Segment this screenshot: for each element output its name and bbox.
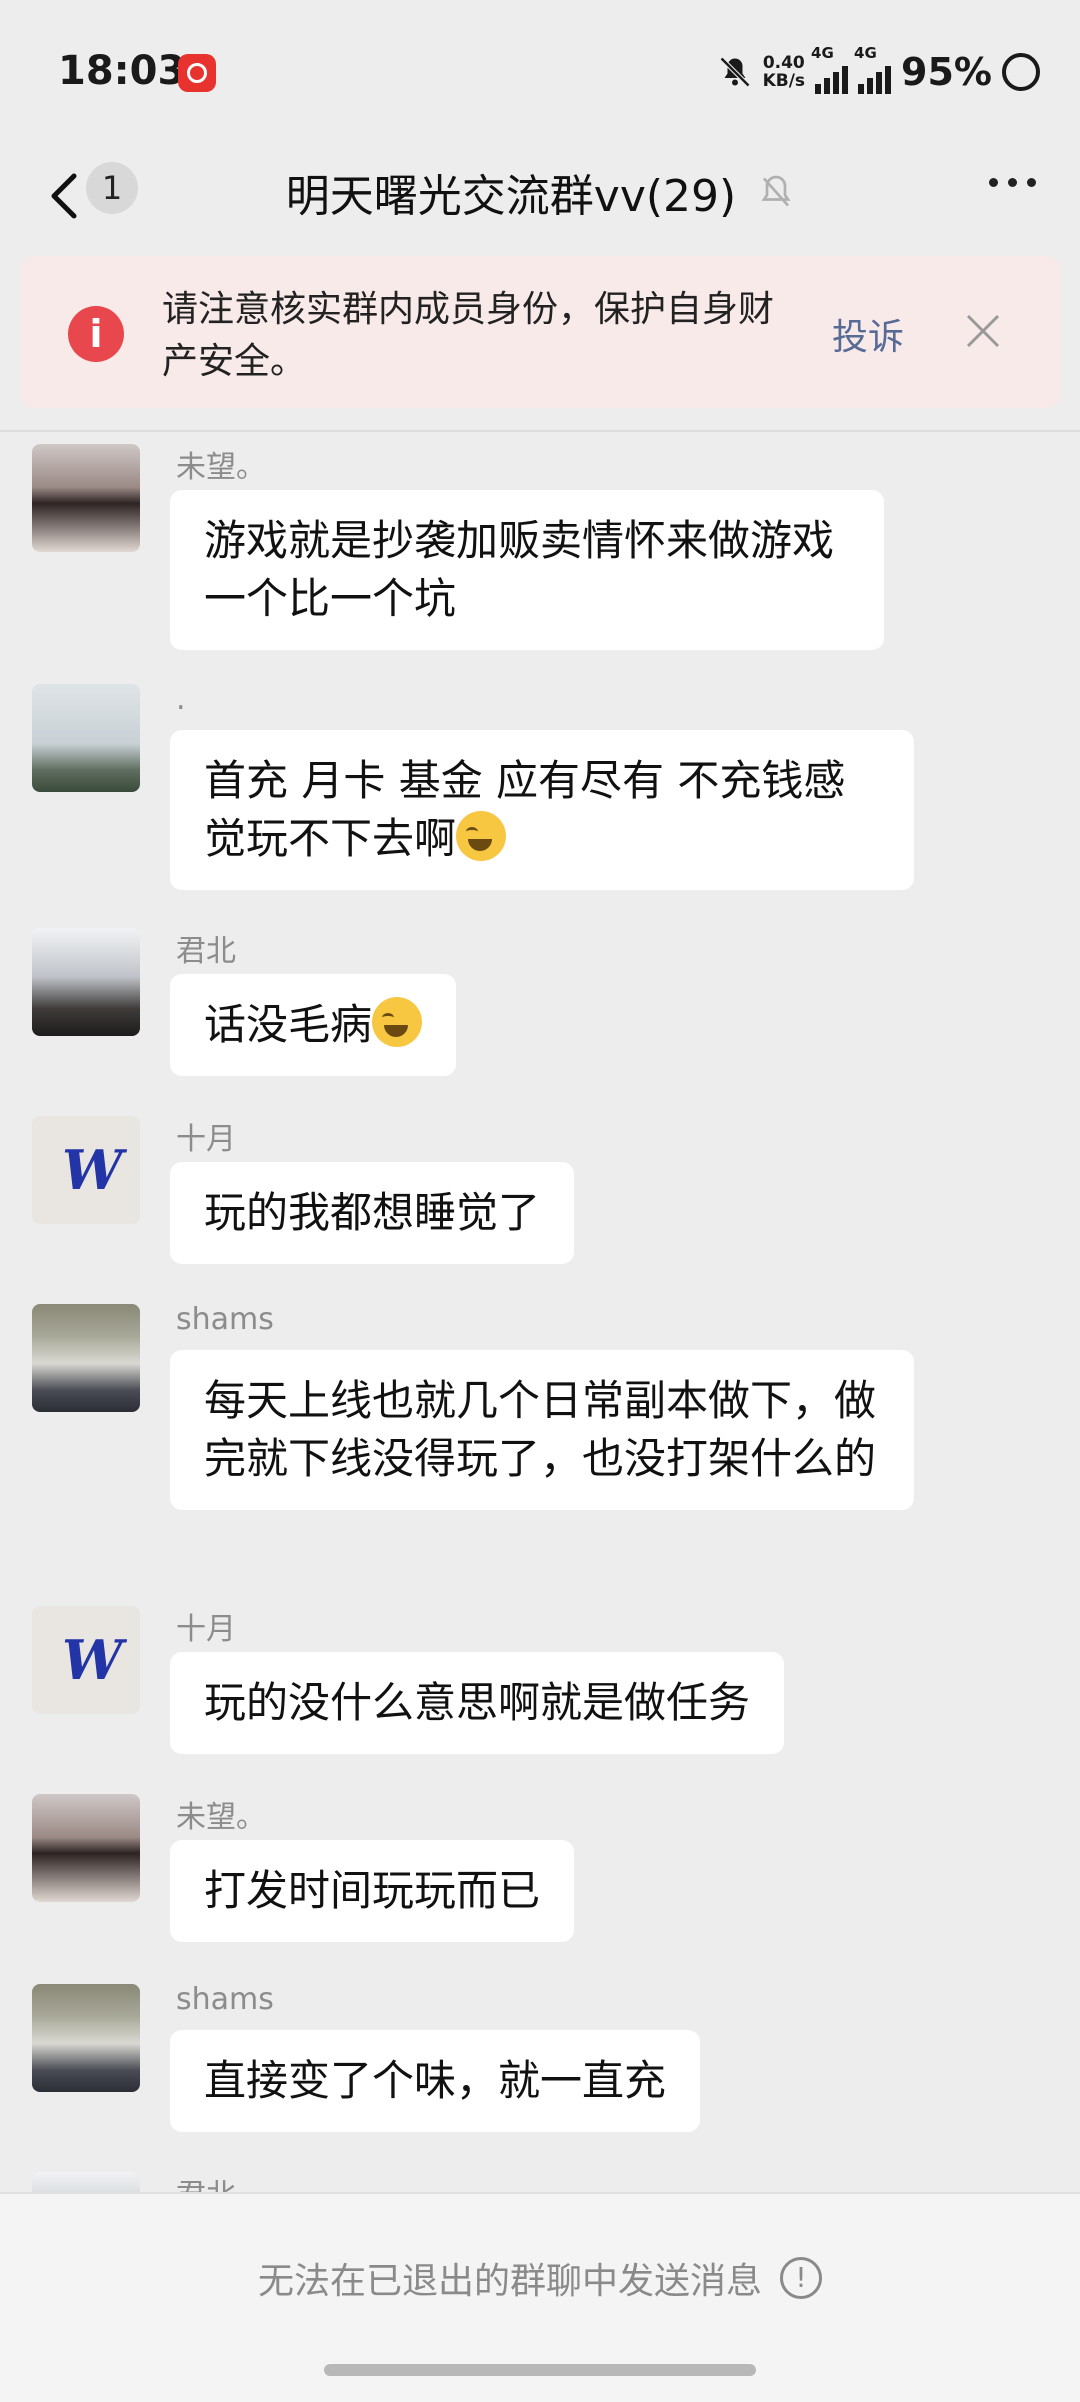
battery-level: 95%	[901, 50, 992, 94]
message-bubble[interactable]: 每天上线也就几个日常副本做下，做完就下线没得玩了，也没打架什么的	[170, 1350, 914, 1510]
message-bubble[interactable]: 游戏就是抄袭加贩卖情怀来做游戏 一个比一个坑	[170, 490, 884, 650]
avatar[interactable]: W	[32, 1606, 140, 1714]
security-notice: i 请注意核实群内成员身份，保护自身财产安全。 投诉	[20, 256, 1060, 408]
laugh-cry-emoji-icon	[456, 811, 507, 861]
net-speed: 0.40 KB/s	[762, 53, 806, 91]
status-bar: 18:03 0.40 KB/s 4G 4G 95%	[0, 0, 1080, 140]
laugh-cry-emoji-icon	[372, 997, 423, 1047]
complain-link[interactable]: 投诉	[832, 308, 904, 360]
status-time: 18:03	[58, 48, 186, 94]
page-title: 明天曙光交流群vv(29)	[0, 160, 1080, 224]
more-options-icon[interactable]	[989, 178, 1036, 187]
sender-name: shams	[176, 1302, 274, 1337]
message-bubble[interactable]: 玩的没什么意思啊就是做任务	[170, 1652, 785, 1754]
warning-icon: i	[68, 306, 124, 362]
footer-notice: 无法在已退出的群聊中发送消息 !	[0, 2252, 1080, 2304]
mute-bell-icon	[761, 175, 791, 207]
avatar[interactable]: W	[32, 1116, 140, 1224]
message-bubble[interactable]: 首充 月卡 基金 应有尽有 不充钱感觉玩不下去啊	[170, 730, 914, 890]
message-bubble[interactable]: 直接变了个味，就一直充	[170, 2030, 701, 2132]
status-right: 0.40 KB/s 4G 4G 95%	[717, 42, 1040, 102]
sender-name: 未望。	[176, 1800, 266, 1835]
sender-name: 未望。	[176, 450, 266, 485]
input-disabled-footer: 无法在已退出的群聊中发送消息 !	[0, 2192, 1080, 2402]
sender-name: .	[176, 682, 186, 717]
netease-music-icon	[178, 54, 216, 92]
battery-ring-icon	[1002, 53, 1040, 91]
message-bubble[interactable]: 打发时间玩玩而已	[170, 1840, 575, 1942]
mute-bell-icon	[719, 56, 750, 88]
message-bubble[interactable]: 玩的我都想睡觉了	[170, 1162, 575, 1264]
avatar[interactable]	[32, 1304, 140, 1412]
home-indicator[interactable]	[324, 2364, 756, 2376]
sender-name: 十月	[176, 1612, 236, 1647]
avatar[interactable]	[32, 928, 140, 1036]
avatar[interactable]	[32, 444, 140, 552]
avatar[interactable]	[32, 1984, 140, 2092]
info-icon[interactable]: !	[780, 2257, 822, 2299]
close-icon[interactable]	[958, 306, 1008, 356]
sender-name: shams	[176, 1982, 274, 2017]
signal-1-icon: 4G	[811, 44, 849, 94]
avatar[interactable]	[32, 1794, 140, 1902]
sender-name: 十月	[176, 1122, 236, 1157]
signal-2-icon: 4G	[854, 44, 892, 94]
message-bubble[interactable]: 话没毛病	[170, 974, 457, 1076]
avatar[interactable]	[32, 684, 140, 792]
notice-text: 请注意核实群内成员身份，保护自身财产安全。	[162, 289, 775, 382]
sender-name: 君北	[176, 934, 236, 969]
divider	[0, 430, 1080, 432]
